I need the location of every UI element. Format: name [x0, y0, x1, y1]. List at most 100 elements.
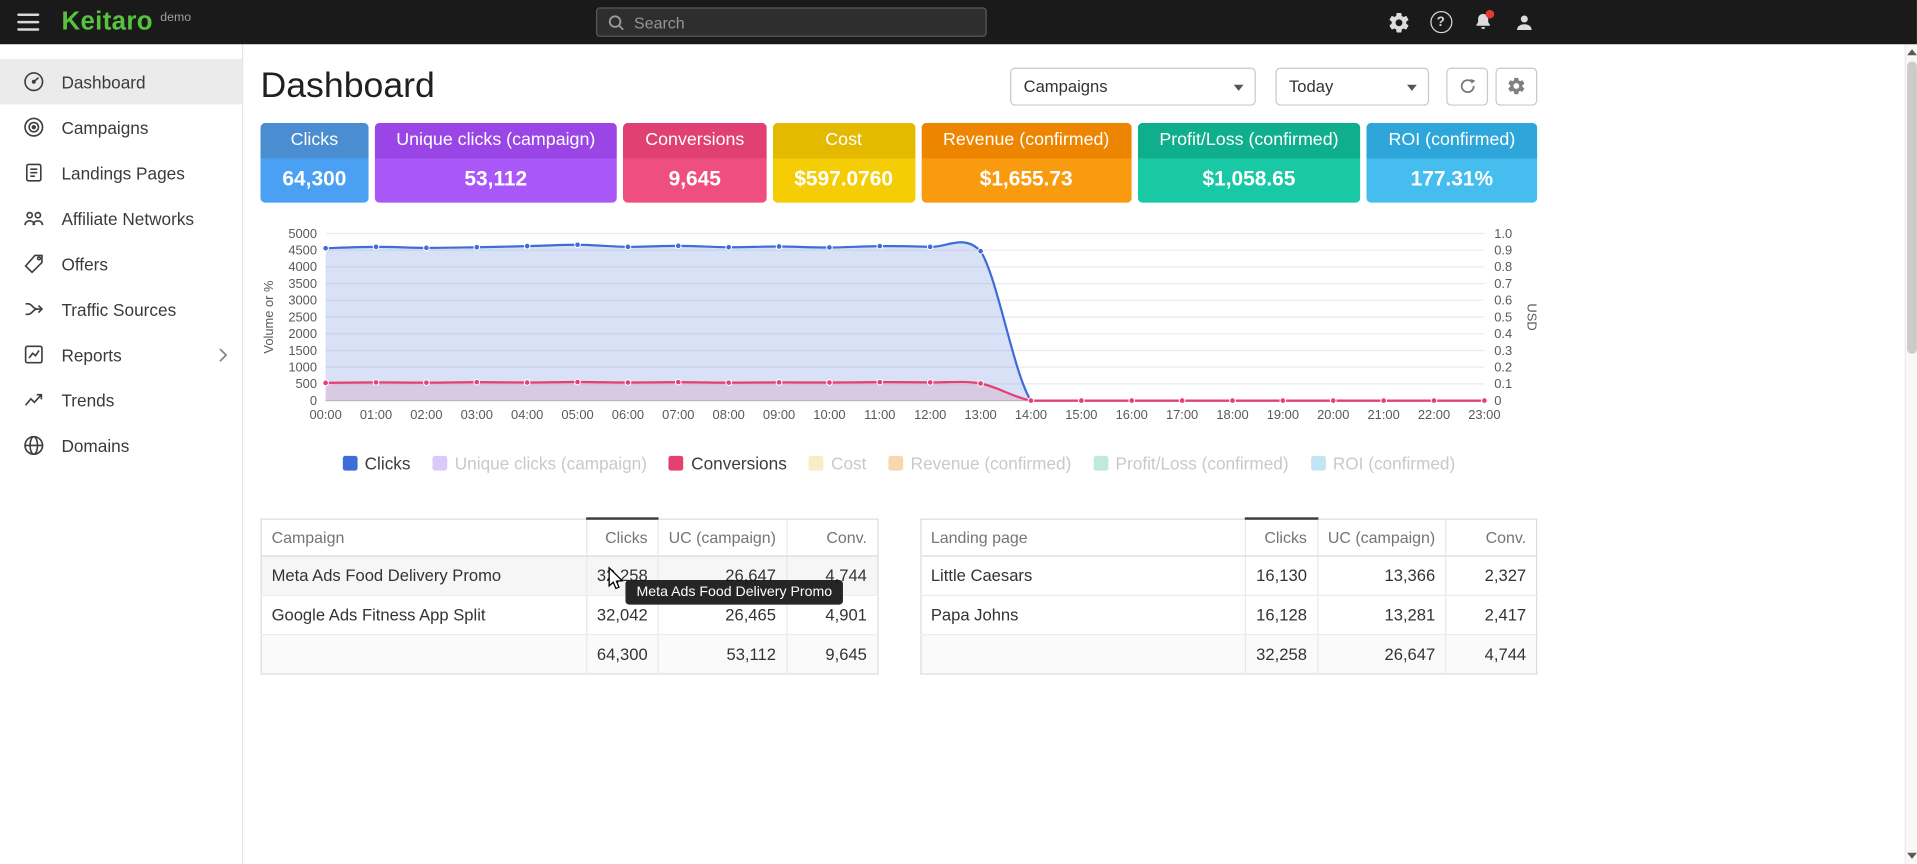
legend-label: ROI (confirmed): [1333, 453, 1455, 473]
gear-icon: [1387, 10, 1410, 33]
svg-text:21:00: 21:00: [1367, 407, 1399, 422]
column-header-uc-campaign[interactable]: UC (campaign): [658, 519, 786, 556]
legend-item-revenue[interactable]: Revenue (confirmed): [889, 453, 1072, 473]
metric-value: $1,058.65: [1137, 159, 1360, 203]
scroll-down-arrow[interactable]: [1907, 853, 1917, 859]
totals-row: 32,258 26,647 4,744: [920, 635, 1536, 674]
column-header-landing-page[interactable]: Landing page: [920, 519, 1245, 556]
metric-card-clicks[interactable]: Clicks 64,300: [261, 123, 369, 203]
dashboard-settings-button[interactable]: [1495, 67, 1537, 105]
column-header-clicks[interactable]: Clicks: [586, 519, 658, 556]
svg-text:22:00: 22:00: [1418, 407, 1450, 422]
svg-text:1.0: 1.0: [1494, 226, 1512, 241]
svg-text:3500: 3500: [288, 276, 317, 291]
column-header-uc-campaign[interactable]: UC (campaign): [1317, 519, 1445, 556]
landing-name-link[interactable]: Papa Johns: [920, 595, 1245, 634]
scroll-up-arrow[interactable]: [1907, 49, 1917, 55]
metric-card-revenue[interactable]: Revenue (confirmed) $1,655.73: [921, 123, 1131, 203]
legend-swatch-icon: [343, 456, 358, 471]
legend-item-roi[interactable]: ROI (confirmed): [1311, 453, 1455, 473]
gauge-icon: [22, 70, 45, 93]
document-icon: [22, 161, 45, 184]
legend-item-unique-clicks[interactable]: Unique clicks (campaign): [433, 453, 647, 473]
svg-text:00:00: 00:00: [309, 407, 341, 422]
svg-text:Volume or %: Volume or %: [261, 280, 276, 353]
campaign-name-link[interactable]: Meta Ads Food Delivery Promo: [261, 556, 586, 595]
sidebar-item-campaigns[interactable]: Campaigns: [0, 104, 242, 149]
svg-text:20:00: 20:00: [1317, 407, 1349, 422]
grouping-select[interactable]: Campaigns: [1010, 67, 1256, 105]
mouse-cursor: [607, 566, 624, 591]
column-header-campaign[interactable]: Campaign: [261, 519, 586, 556]
legend-label: Cost: [831, 453, 866, 473]
notifications-icon[interactable]: [1470, 9, 1496, 35]
metric-card-profit-loss[interactable]: Profit/Loss (confirmed) $1,058.65: [1137, 123, 1360, 203]
sidebar-item-offers[interactable]: Offers: [0, 241, 242, 286]
metric-card-roi[interactable]: ROI (confirmed) 177.31%: [1367, 123, 1538, 203]
metric-value: 53,112: [374, 159, 617, 203]
sidebar-item-label: Offers: [61, 254, 108, 274]
sidebar-item-label: Reports: [61, 345, 121, 365]
sidebar-item-landings-pages[interactable]: Landings Pages: [0, 150, 242, 195]
svg-text:14:00: 14:00: [1015, 407, 1047, 422]
svg-text:USD: USD: [1524, 303, 1537, 330]
total-uc: 26,647: [1317, 635, 1445, 674]
svg-text:4000: 4000: [288, 259, 317, 274]
sidebar-item-reports[interactable]: Reports: [0, 332, 242, 377]
topbar: Keitaro demo ?: [0, 0, 1917, 44]
sidebar-item-dashboard[interactable]: Dashboard: [0, 59, 242, 104]
legend-item-profit-loss[interactable]: Profit/Loss (confirmed): [1093, 453, 1288, 473]
search-input[interactable]: [634, 13, 976, 31]
traffic-chart[interactable]: 0500100015002000250030003500400045005000…: [261, 220, 1538, 426]
date-range-select[interactable]: Today: [1275, 67, 1429, 105]
metric-label: Profit/Loss (confirmed): [1137, 123, 1360, 159]
global-search[interactable]: [596, 7, 987, 36]
logo[interactable]: Keitaro demo: [61, 9, 191, 36]
chevron-right-icon: [219, 347, 228, 362]
legend-item-clicks[interactable]: Clicks: [343, 453, 411, 473]
scrollbar-thumb[interactable]: [1907, 61, 1917, 353]
sidebar-item-domains[interactable]: Domains: [0, 423, 242, 468]
user-icon: [1513, 10, 1536, 33]
column-header-conv[interactable]: Conv.: [786, 519, 877, 556]
legend-item-cost[interactable]: Cost: [809, 453, 867, 473]
refresh-button[interactable]: [1446, 67, 1488, 105]
svg-text:04:00: 04:00: [511, 407, 543, 422]
account-icon[interactable]: [1511, 9, 1537, 35]
metric-label: Unique clicks (campaign): [374, 123, 617, 159]
legend-label: Clicks: [365, 453, 411, 473]
page-title: Dashboard: [261, 66, 435, 107]
help-icon[interactable]: ?: [1428, 9, 1454, 35]
legend-item-conversions[interactable]: Conversions: [669, 453, 787, 473]
svg-text:02:00: 02:00: [410, 407, 442, 422]
page-scrollbar[interactable]: [1905, 44, 1917, 864]
metric-label: ROI (confirmed): [1367, 123, 1538, 159]
metric-card-conversions[interactable]: Conversions 9,645: [623, 123, 766, 203]
sidebar-item-trends[interactable]: Trends: [0, 377, 242, 422]
legend-swatch-icon: [809, 456, 824, 471]
metric-card-cost[interactable]: Cost $597.0760: [772, 123, 915, 203]
svg-text:06:00: 06:00: [612, 407, 644, 422]
settings-icon[interactable]: [1386, 9, 1412, 35]
sidebar-item-affiliate-networks[interactable]: Affiliate Networks: [0, 195, 242, 240]
traffic-chart-panel: 0500100015002000250030003500400045005000…: [261, 220, 1538, 426]
cell-empty: [920, 635, 1245, 674]
column-header-conv[interactable]: Conv.: [1446, 519, 1537, 556]
column-header-clicks[interactable]: Clicks: [1246, 519, 1318, 556]
table-row[interactable]: Papa Johns 16,128 13,281 2,417: [920, 595, 1536, 634]
metric-label: Conversions: [623, 123, 766, 159]
campaign-name-link[interactable]: Google Ads Fitness App Split: [261, 595, 586, 634]
svg-text:09:00: 09:00: [763, 407, 795, 422]
sidebar-item-label: Landings Pages: [61, 163, 184, 183]
svg-text:12:00: 12:00: [914, 407, 946, 422]
menu-toggle-button[interactable]: [17, 14, 42, 31]
table-row[interactable]: Little Caesars 16,130 13,366 2,327: [920, 556, 1536, 595]
legend-label: Unique clicks (campaign): [455, 453, 647, 473]
landing-name-link[interactable]: Little Caesars: [920, 556, 1245, 595]
svg-text:0: 0: [1494, 393, 1501, 408]
metric-value: 64,300: [261, 159, 369, 203]
sidebar-item-traffic-sources[interactable]: Traffic Sources: [0, 286, 242, 331]
sidebar-item-label: Trends: [61, 390, 114, 410]
metric-card-unique-clicks[interactable]: Unique clicks (campaign) 53,112: [374, 123, 617, 203]
cell-clicks: 16,128: [1246, 595, 1318, 634]
